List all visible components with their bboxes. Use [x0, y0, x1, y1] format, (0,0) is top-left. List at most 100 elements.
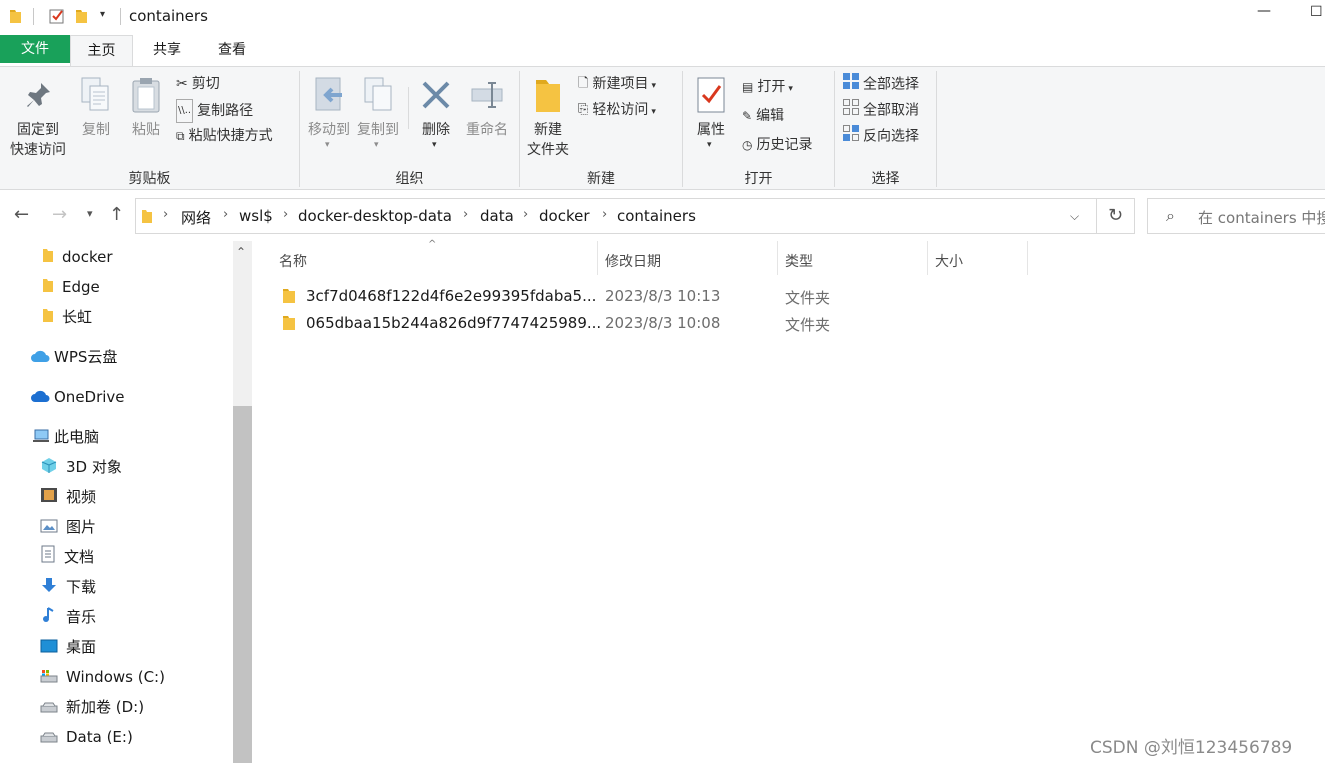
move-to-button[interactable]: 移动到 ▾	[305, 71, 353, 163]
breadcrumb-data[interactable]: data	[480, 207, 514, 225]
edit-button[interactable]: ✎ 编辑	[742, 105, 784, 127]
nav-item-drive-d[interactable]: 新加卷 (D:)	[40, 693, 144, 721]
forward-arrow-icon[interactable]: →	[52, 204, 67, 225]
invert-selection-button[interactable]: 反向选择	[843, 125, 919, 147]
nav-item-label: 此电脑	[54, 428, 100, 446]
properties-check-icon[interactable]	[49, 8, 65, 24]
chevron-right-icon[interactable]: ›	[602, 207, 607, 222]
column-header-type[interactable]: 类型	[785, 249, 813, 275]
new-folder-icon[interactable]	[75, 8, 88, 24]
column-separator[interactable]	[777, 241, 778, 275]
history-icon: ◷	[742, 138, 753, 152]
nav-item-drive-c[interactable]: Windows (C:)	[40, 663, 165, 691]
history-label: 历史记录	[756, 137, 813, 153]
select-none-label: 全部取消	[863, 102, 919, 119]
refresh-button[interactable]: ↻	[1097, 198, 1135, 234]
nav-item-label: 新加卷 (D:)	[66, 698, 145, 716]
table-row[interactable]: 3cf7d0468f122d4f6e2e99395fdaba5... 2023/…	[274, 283, 1014, 309]
chevron-right-icon[interactable]: ›	[283, 207, 288, 222]
invert-selection-label: 反向选择	[863, 128, 919, 145]
nav-item-3d-objects[interactable]: 3D 对象	[40, 453, 122, 481]
nav-item-downloads[interactable]: 下载	[40, 573, 96, 601]
folder-icon	[42, 244, 54, 272]
new-item-button[interactable]: 🗋 新建项目 ▾	[578, 73, 656, 95]
search-icon: ⌕	[1166, 206, 1175, 225]
table-row[interactable]: 065dbaa15b244a826d9f7747425989... 2023/8…	[274, 310, 1014, 336]
paste-label: 粘贴	[132, 122, 160, 138]
chevron-right-icon[interactable]: ›	[523, 207, 528, 222]
column-header-name[interactable]: 名称	[279, 249, 307, 275]
cut-button[interactable]: ✂ 剪切	[176, 73, 220, 95]
properties-button[interactable]: 属性 ▾	[688, 71, 734, 163]
breadcrumb-docker[interactable]: docker	[539, 207, 590, 225]
copy-to-button[interactable]: 复制到 ▾	[354, 71, 402, 163]
delete-button[interactable]: 删除 ▾	[414, 71, 458, 163]
file-name: 3cf7d0468f122d4f6e2e99395fdaba5...	[306, 287, 597, 305]
up-arrow-icon[interactable]: ↑	[109, 204, 124, 225]
nav-item-label: WPS云盘	[54, 348, 118, 366]
open-button[interactable]: ▤ 打开 ▾	[742, 76, 793, 98]
scroll-up-icon[interactable]: ⌃	[236, 245, 246, 259]
select-none-button[interactable]: 全部取消	[843, 99, 919, 121]
nav-item-drive-e[interactable]: Data (E:)	[40, 723, 133, 751]
chevron-right-icon[interactable]: ›	[463, 207, 468, 222]
nav-item-changhong[interactable]: 长虹	[42, 303, 92, 331]
easy-access-button[interactable]: ⎘ 轻松访问 ▾	[578, 99, 656, 121]
breadcrumb-network[interactable]: 网络	[181, 207, 211, 228]
refresh-icon: ↻	[1107, 205, 1124, 226]
desktop-icon	[40, 634, 58, 662]
nav-item-documents[interactable]: 文档	[40, 543, 94, 571]
window-title: containers	[129, 7, 208, 25]
maximize-button[interactable]: ☐	[1310, 4, 1323, 20]
tab-view[interactable]: 查看	[201, 35, 263, 66]
group-label-new: 新建	[587, 171, 615, 187]
nav-item-music[interactable]: 音乐	[40, 603, 96, 631]
navigation-pane: docker Edge 长虹 WPS云盘 OneDrive 此电脑 3D 对象 …	[0, 241, 254, 763]
column-header-size[interactable]: 大小	[935, 249, 963, 275]
folder-icon	[42, 274, 54, 302]
history-button[interactable]: ◷ 历史记录	[742, 134, 812, 156]
tab-share[interactable]: 共享	[136, 35, 198, 66]
drive-icon	[40, 694, 58, 722]
search-input[interactable]: 在 containers 中搜	[1198, 207, 1325, 228]
nav-item-onedrive[interactable]: OneDrive	[30, 383, 125, 411]
breadcrumb-containers[interactable]: containers	[617, 207, 696, 225]
customize-quick-access-icon[interactable]: ▾	[100, 9, 105, 20]
paste-button[interactable]: 粘贴	[126, 71, 166, 163]
column-separator[interactable]	[927, 241, 928, 275]
pin-quick-access-button[interactable]: 固定到 快速访问	[6, 71, 70, 163]
nav-item-wps-cloud[interactable]: WPS云盘	[30, 343, 117, 371]
chevron-right-icon[interactable]: ›	[223, 207, 228, 222]
nav-item-this-pc[interactable]: 此电脑	[32, 423, 99, 451]
minimize-button[interactable]: —	[1257, 3, 1271, 19]
recent-locations-icon[interactable]: ▾	[87, 207, 93, 220]
file-type: 文件夹	[785, 316, 831, 334]
column-separator[interactable]	[597, 241, 598, 275]
tab-file[interactable]: 文件	[0, 35, 70, 63]
nav-scrollbar-thumb[interactable]	[233, 406, 252, 763]
nav-item-videos[interactable]: 视频	[40, 483, 96, 511]
copy-path-button[interactable]: \\.. 复制路径	[176, 99, 253, 123]
nav-item-desktop[interactable]: 桌面	[40, 633, 96, 661]
chevron-down-icon[interactable]: ⌵	[1070, 209, 1079, 224]
chevron-right-icon[interactable]: ›	[163, 207, 168, 222]
documents-icon	[40, 544, 56, 572]
3d-objects-icon	[40, 454, 58, 482]
breadcrumb-wsl[interactable]: wsl$	[239, 207, 273, 225]
video-icon	[40, 484, 58, 512]
address-bar[interactable]: › 网络 › wsl$ › docker-desktop-data › data…	[135, 198, 1097, 234]
breadcrumb-docker-desktop-data[interactable]: docker-desktop-data	[298, 207, 452, 225]
search-box[interactable]: ⌕ 在 containers 中搜	[1147, 198, 1325, 234]
copy-button[interactable]: 复制	[76, 71, 116, 163]
back-arrow-icon[interactable]: ←	[14, 204, 29, 225]
tab-home[interactable]: 主页	[70, 35, 133, 66]
nav-item-edge[interactable]: Edge	[42, 273, 100, 301]
nav-item-pictures[interactable]: 图片	[40, 513, 96, 541]
column-separator[interactable]	[1027, 241, 1028, 275]
select-all-button[interactable]: 全部选择	[843, 73, 919, 95]
paste-shortcut-button[interactable]: ⧉ 粘贴快捷方式	[176, 125, 273, 147]
new-folder-button[interactable]: 新建 文件夹	[523, 71, 573, 163]
column-header-modified[interactable]: 修改日期	[605, 249, 661, 275]
rename-button[interactable]: 重命名	[462, 71, 512, 163]
nav-item-docker[interactable]: docker	[42, 243, 113, 271]
